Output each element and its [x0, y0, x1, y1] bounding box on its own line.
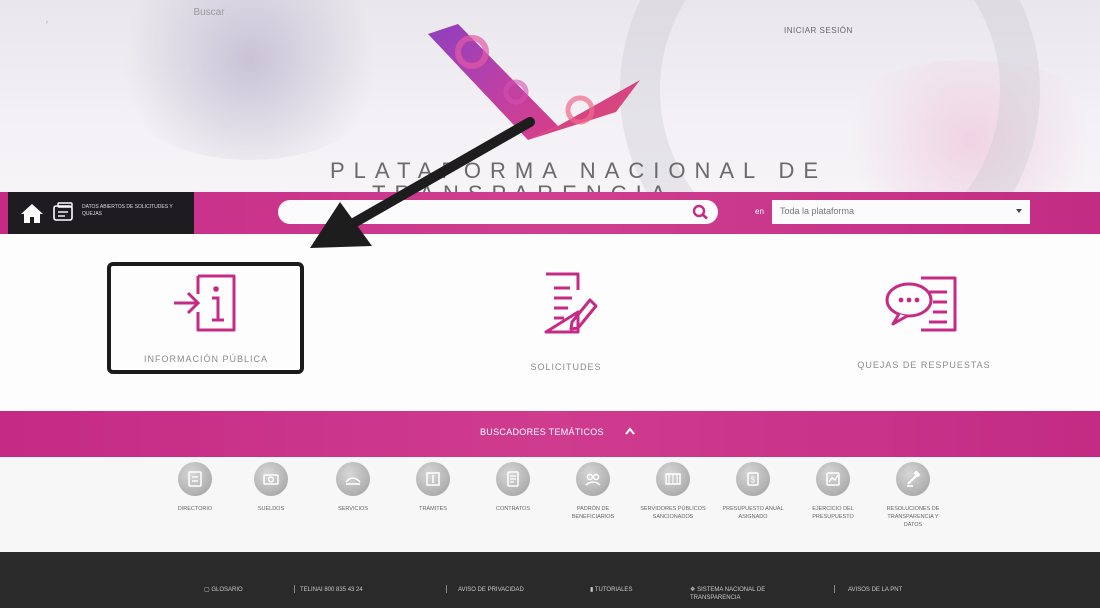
footer-link-label: TUTORIALES: [594, 587, 633, 593]
login-link[interactable]: INICIAR SESIÓN: [784, 26, 853, 35]
svg-text:$: $: [751, 476, 756, 485]
thematic-search-toggle[interactable]: BUSCADORES TEMÁTICOS: [480, 427, 604, 437]
open-data-icon[interactable]: [52, 202, 76, 224]
home-icon[interactable]: [20, 202, 44, 224]
chevron-up-icon[interactable]: [625, 427, 635, 435]
card-solicitudes[interactable]: SOLICITUDES: [478, 270, 654, 372]
glossary-icon: ▢: [204, 587, 210, 593]
thematic-item-label: SERVIDORES PÚBLICOS SANCIONADOS: [640, 506, 706, 520]
contracts-icon: [496, 462, 530, 496]
search-scope-value: Toda la plataforma: [780, 206, 855, 216]
footer: [0, 552, 1100, 608]
footer-separator: [446, 585, 447, 593]
thematic-item-sueldos[interactable]: SUELDOS: [236, 462, 306, 513]
search-icon[interactable]: [692, 204, 710, 220]
footer-link-glosario[interactable]: ▢ GLOSARIO: [204, 586, 243, 594]
platform-title-second-line: TRANSPARENCIA: [372, 180, 752, 192]
services-icon: [336, 462, 370, 496]
footer-link-sistema-nacional[interactable]: ❖ SISTEMA NACIONAL DE TRANSPARENCIA: [690, 586, 790, 602]
resolutions-icon: [896, 462, 930, 496]
beneficiaries-icon: [576, 462, 610, 496]
pnt-logo: [428, 24, 640, 140]
footer-link-label: AVISOS DE LA PNT: [848, 587, 903, 593]
footer-link-label: TELINAI 800 835 43 24: [300, 587, 363, 593]
card-label: SOLICITUDES: [530, 362, 602, 372]
card-informacion-publica[interactable]: INFORMACIÓN PÚBLICA: [118, 272, 294, 364]
search-scope-label: en: [755, 207, 764, 216]
footer-link-label: GLOSARIO: [211, 587, 243, 593]
tutorials-icon: ▮: [590, 587, 594, 593]
thematic-item-padron[interactable]: PADRÓN DE BENEFICIARIOS: [558, 462, 628, 521]
document-edit-icon: [544, 272, 598, 334]
thematic-item-label: DIRECTORIO: [177, 506, 213, 512]
footer-separator: [294, 585, 295, 593]
sanctioned-icon: [656, 462, 690, 496]
thematic-item-resoluciones[interactable]: RESOLUCIONES DE TRANSPARENCIA Y DATOS: [878, 462, 948, 529]
thematic-item-label: RESOLUCIONES DE TRANSPARENCIA Y DATOS: [886, 506, 940, 528]
thematic-item-label: SUELDOS: [257, 506, 285, 512]
search-input[interactable]: [14, 2, 404, 22]
info-enter-icon: [174, 274, 236, 332]
open-data-link[interactable]: DATOS ABIERTOS DE SOLICITUDES Y QUEJAS: [82, 204, 182, 218]
footer-link-tutoriales[interactable]: ▮ TUTORIALES: [590, 586, 632, 594]
footer-separator: [834, 585, 835, 593]
thematic-item-presupuesto[interactable]: $ PRESUPUESTO ANUAL ASIGNADO: [718, 462, 788, 521]
thematic-item-label: PRESUPUESTO ANUAL ASIGNADO: [722, 506, 784, 520]
thematic-item-label: PADRÓN DE BENEFICIARIOS: [571, 506, 615, 520]
budget-icon: $: [736, 462, 770, 496]
salary-icon: [254, 462, 288, 496]
thematic-item-label: TRÁMITES: [419, 506, 447, 512]
thematic-item-tramites[interactable]: TRÁMITES: [398, 462, 468, 513]
thematic-item-servicios[interactable]: SERVICIOS: [318, 462, 388, 513]
hero-background-shape: [100, 0, 400, 160]
chat-document-icon: [885, 276, 957, 332]
directory-icon: [178, 462, 212, 496]
footer-link-label: AVISO DE PRIVACIDAD: [458, 587, 524, 593]
footer-link-telinai[interactable]: TELINAI 800 835 43 24: [300, 586, 363, 594]
thematic-item-label: EJERCICIO DEL PRESUPUESTO: [812, 506, 854, 520]
card-label: QUEJAS DE RESPUESTAS: [857, 360, 991, 370]
footer-link-aviso-privacidad[interactable]: AVISO DE PRIVACIDAD: [458, 586, 524, 594]
card-label: INFORMACIÓN PÚBLICA: [143, 354, 268, 364]
procedures-icon: [416, 462, 450, 496]
footer-link-label: SISTEMA NACIONAL DE TRANSPARENCIA: [690, 587, 766, 601]
search-box: [278, 200, 718, 224]
sistema-icon: ❖: [690, 587, 696, 593]
thematic-item-directorio[interactable]: DIRECTORIO: [160, 462, 230, 513]
budget-exercise-icon: [816, 462, 850, 496]
footer-link-avisos-pnt[interactable]: AVISOS DE LA PNT: [848, 586, 902, 594]
thematic-item-servidores[interactable]: SERVIDORES PÚBLICOS SANCIONADOS: [638, 462, 708, 521]
thematic-item-contratos[interactable]: CONTRATOS: [478, 462, 548, 513]
thematic-item-label: CONTRATOS: [495, 506, 531, 512]
card-quejas[interactable]: QUEJAS DE RESPUESTAS: [836, 272, 1012, 370]
thematic-item-ejercicio[interactable]: EJERCICIO DEL PRESUPUESTO: [798, 462, 868, 521]
chevron-down-icon[interactable]: [1016, 209, 1022, 213]
thematic-item-label: SERVICIOS: [338, 506, 368, 512]
